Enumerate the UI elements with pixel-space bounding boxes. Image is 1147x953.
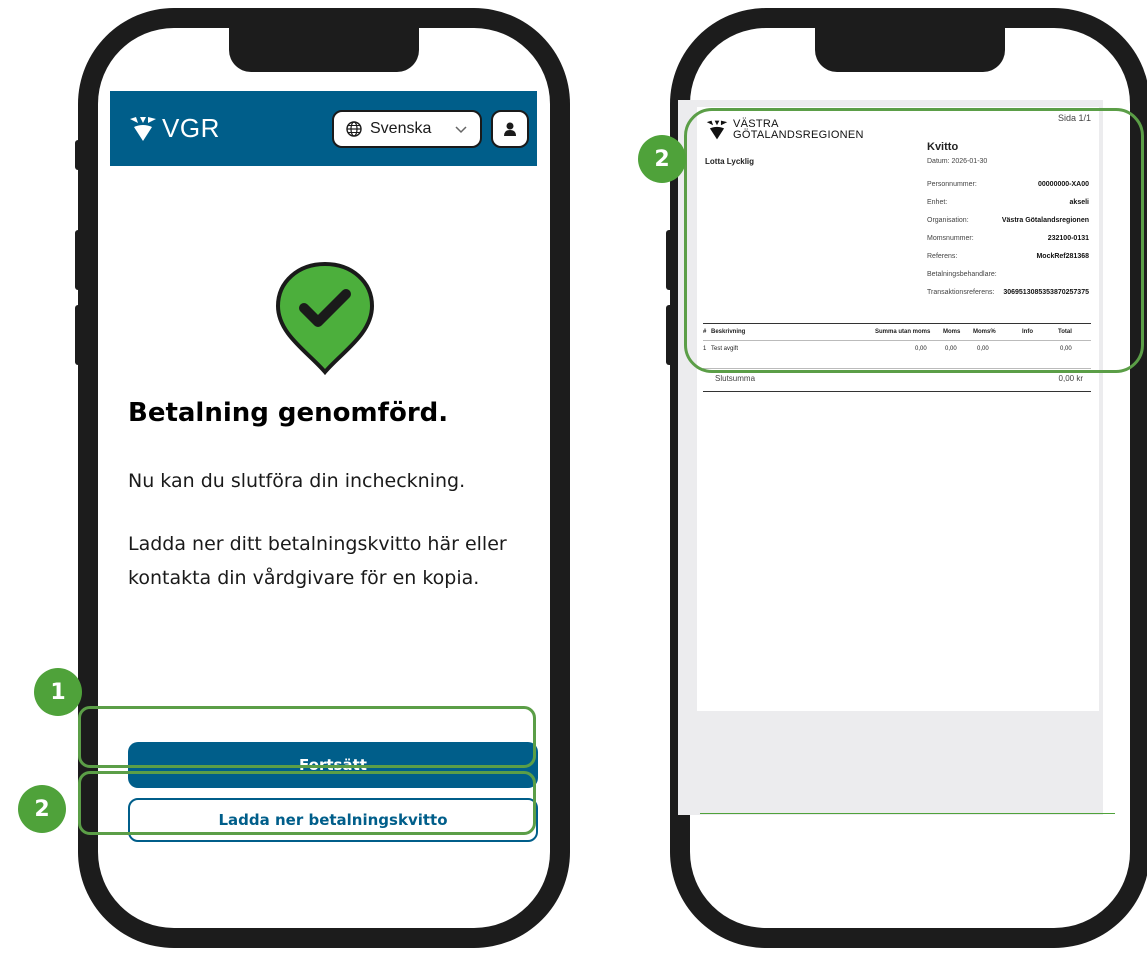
- phone-notch: [815, 28, 1005, 72]
- phone-notch: [229, 28, 419, 72]
- total-value: 0,00 kr: [1058, 374, 1083, 383]
- side-button: [75, 140, 83, 170]
- side-button: [75, 305, 83, 365]
- side-button: [562, 210, 570, 305]
- highlight-receipt: [684, 108, 1144, 373]
- chevron-down-icon: [455, 126, 467, 134]
- total-label: Slutsumma: [715, 374, 756, 383]
- user-icon: [504, 122, 516, 136]
- receipt-info-text: Ladda ner ditt betalningskvitto här elle…: [128, 533, 507, 589]
- highlight-continue: [78, 706, 536, 768]
- success-check-icon: [275, 261, 375, 376]
- page-title: Betalning genomförd.: [128, 398, 449, 428]
- language-select[interactable]: Svenska: [332, 110, 482, 148]
- info-text: Nu kan du slutföra din incheckning.: [128, 470, 466, 492]
- side-button: [75, 230, 83, 290]
- app-header: VGR Svenska: [110, 91, 537, 166]
- user-button[interactable]: [491, 110, 529, 148]
- viewer-bottom-line: [700, 813, 1115, 814]
- language-label: Svenska: [370, 120, 432, 137]
- highlight-download: [78, 771, 536, 835]
- side-button: [666, 230, 674, 290]
- logo-text: VGR: [162, 113, 220, 143]
- step-marker-2: 2: [18, 785, 66, 833]
- step-marker-1: 1: [34, 668, 82, 716]
- side-button: [666, 305, 674, 365]
- vgr-logo-icon: [130, 116, 156, 141]
- step-marker-2-receipt: 2: [638, 135, 686, 183]
- globe-icon: [346, 121, 362, 137]
- vgr-logo[interactable]: VGR: [128, 113, 220, 144]
